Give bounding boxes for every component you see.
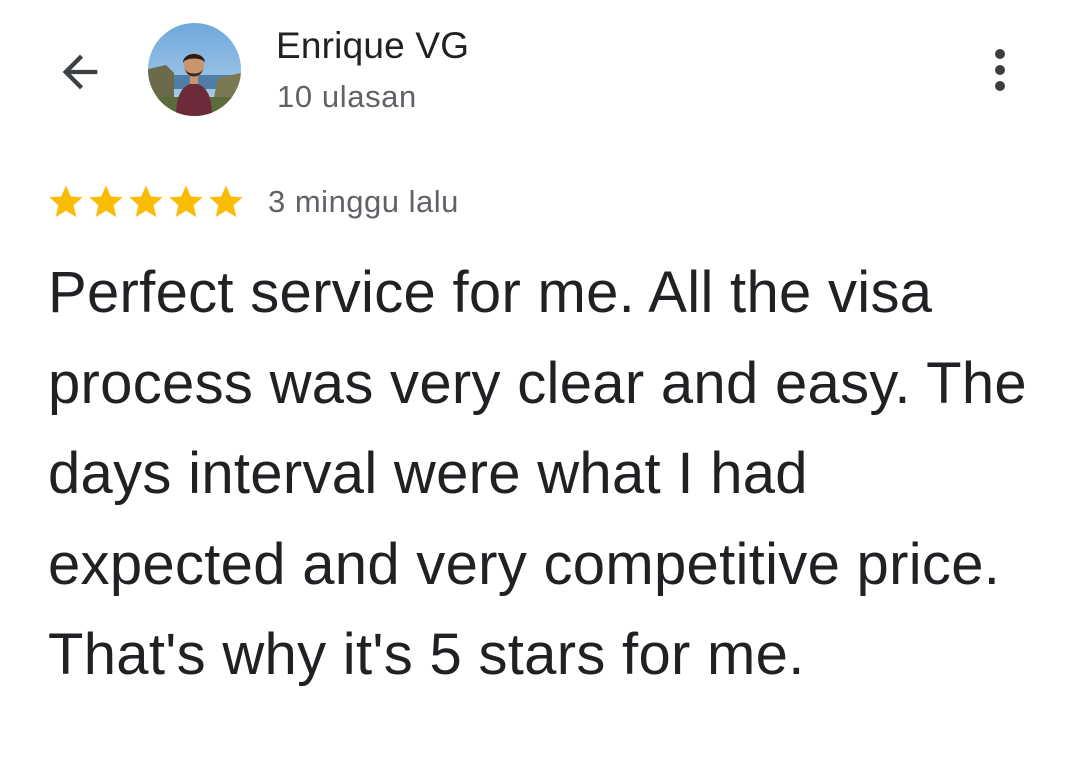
back-button[interactable] <box>46 38 114 106</box>
arrow-left-icon <box>62 54 98 90</box>
avatar[interactable] <box>148 23 241 116</box>
review-header: Enrique VG 10 ulasan <box>0 0 1080 150</box>
more-vertical-icon-dot <box>995 65 1005 75</box>
star-rating <box>46 182 246 222</box>
review-date: 3 minggu lalu <box>268 184 459 219</box>
avatar-photo <box>148 23 241 116</box>
author-name[interactable]: Enrique VG <box>276 25 469 67</box>
star-icon <box>129 185 163 217</box>
more-vertical-icon-dot <box>995 81 1005 91</box>
star-icon <box>209 185 243 217</box>
star-icon <box>49 185 83 217</box>
rating-row: 3 minggu lalu <box>46 180 459 224</box>
review-text: Perfect service for me. All the visa pro… <box>48 260 1027 687</box>
star-icon <box>169 185 203 217</box>
star-icon <box>89 185 123 217</box>
review-count: 10 ulasan <box>277 79 417 114</box>
more-options-button[interactable] <box>972 40 1028 100</box>
more-vertical-icon <box>995 49 1005 59</box>
